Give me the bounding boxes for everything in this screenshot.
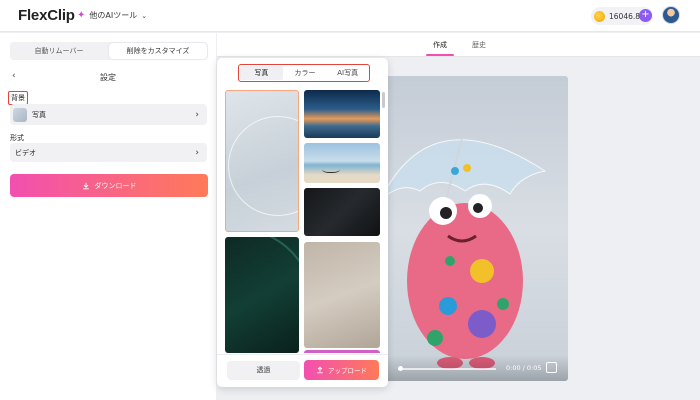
tab-history[interactable]: 歴史	[472, 40, 486, 50]
background-thumbnail	[13, 107, 27, 122]
transparent-button[interactable]: 透過	[227, 361, 300, 380]
video-preview[interactable]: 0:00 / 0:05	[370, 76, 568, 381]
sparkle-icon: ✦	[77, 10, 86, 21]
add-credits-button[interactable]: +	[639, 9, 652, 22]
download-label: ダウンロード	[94, 181, 137, 190]
photo-tile[interactable]	[304, 242, 380, 348]
progress-handle[interactable]	[398, 366, 403, 371]
photo-tile[interactable]	[225, 90, 299, 232]
logo-text: FlexClip	[18, 7, 75, 24]
settings-title: 設定	[100, 73, 116, 82]
preview-illustration	[379, 137, 547, 369]
photo-tile[interactable]	[304, 188, 380, 236]
format-selector[interactable]: ビデオ ›	[10, 143, 207, 162]
format-value: ビデオ	[15, 148, 36, 157]
background-value: 写真	[32, 110, 46, 119]
photo-tile[interactable]	[225, 237, 299, 353]
download-icon	[82, 182, 89, 189]
picker-tabs: 写真 カラー AI写真	[238, 64, 370, 82]
chevron-down-icon: ⌄	[141, 11, 148, 20]
other-ai-tools-menu[interactable]: ✦ 他のAIツール ⌄	[77, 10, 147, 21]
time-readout: 0:00 / 0:05	[506, 364, 542, 372]
tile-decoration	[228, 116, 298, 216]
tab-ai-photo[interactable]: AI写真	[326, 66, 369, 80]
upload-label: アップロード	[328, 367, 367, 375]
format-label: 形式	[10, 134, 24, 142]
chevron-right-icon: ›	[195, 147, 199, 158]
segment-auto-remover[interactable]: 自動リムーバー	[10, 42, 108, 60]
tab-photo[interactable]: 写真	[240, 66, 283, 80]
progress-track[interactable]	[398, 368, 496, 370]
upload-button[interactable]: アップロード	[304, 360, 379, 380]
photo-tile[interactable]	[304, 90, 380, 138]
tab-create[interactable]: 作成	[433, 40, 447, 50]
photo-tile[interactable]	[304, 143, 380, 183]
background-label: 背景	[8, 91, 28, 105]
picker-footer: 透過 アップロード	[217, 354, 388, 387]
coin-icon	[594, 10, 605, 22]
fullscreen-icon[interactable]	[546, 362, 557, 373]
tile-decoration	[225, 237, 299, 353]
flexclip-logo[interactable]: FlexClip	[18, 7, 75, 24]
upload-icon	[317, 366, 323, 374]
settings-panel: 自動リムーバー 削除をカスタマイズ ‹ 設定 背景 写真 › 形式 ビデオ › …	[0, 33, 216, 400]
chevron-right-icon: ›	[195, 109, 199, 120]
background-picker-popup: 写真 カラー AI写真 透過 アップロード	[217, 58, 388, 387]
top-bar: FlexClip ✦ 他のAIツール ⌄ 16046.8 +	[0, 0, 700, 32]
credits-value: 16046.8	[609, 11, 641, 21]
video-controls: 0:00 / 0:05	[370, 355, 568, 381]
tools-label: 他のAIツール	[89, 11, 138, 20]
main-tabs: 作成 歴史	[217, 33, 700, 57]
segment-customize-removal[interactable]: 削除をカスタマイズ	[109, 43, 207, 59]
grid-scrollbar[interactable]	[382, 92, 385, 108]
avatar[interactable]	[662, 6, 680, 24]
download-button[interactable]: ダウンロード	[10, 174, 208, 197]
background-selector[interactable]: 写真 ›	[10, 104, 207, 125]
tab-color[interactable]: カラー	[284, 66, 327, 80]
photo-tile[interactable]	[304, 350, 380, 353]
mode-segmented-control: 自動リムーバー 削除をカスタマイズ	[10, 42, 208, 60]
active-tab-indicator	[426, 54, 454, 56]
photo-grid	[225, 90, 380, 353]
bicycle-shape	[322, 164, 340, 173]
